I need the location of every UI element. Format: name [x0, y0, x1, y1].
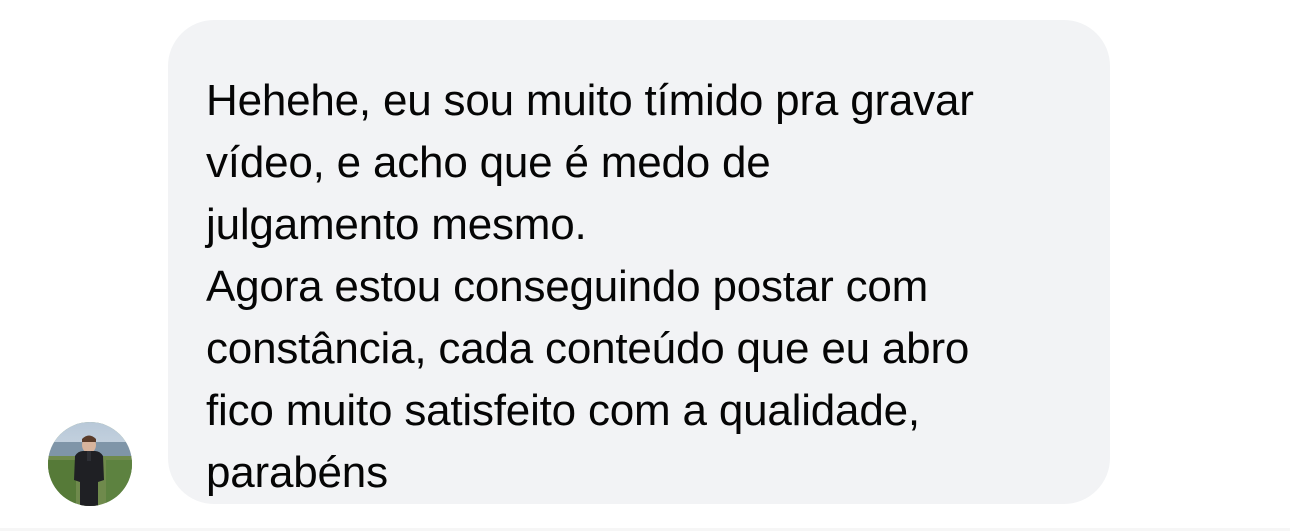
message-paragraph-2: Agora estou conseguindo postar com const…	[206, 256, 1070, 504]
message-line: Hehehe, eu sou muito tímido pra gravar	[206, 76, 974, 125]
message-line: vídeo, e acho que é medo de	[206, 138, 771, 187]
message-line: julgamento mesmo.	[206, 200, 587, 249]
message-thread: Hehehe, eu sou muito tímido pra gravar v…	[0, 0, 1290, 531]
message-line: constância, cada conteúdo que eu abro	[206, 324, 970, 373]
message-line: parabéns	[206, 448, 388, 497]
sender-avatar[interactable]	[48, 422, 132, 506]
message-paragraph-1: Hehehe, eu sou muito tímido pra gravar v…	[206, 70, 1070, 256]
message-line: Agora estou conseguindo postar com	[206, 262, 929, 311]
avatar-photo-icon	[48, 422, 132, 506]
message-line: fico muito satisfeito com a qualidade,	[206, 386, 920, 435]
message-bubble[interactable]: Hehehe, eu sou muito tímido pra gravar v…	[168, 20, 1110, 504]
